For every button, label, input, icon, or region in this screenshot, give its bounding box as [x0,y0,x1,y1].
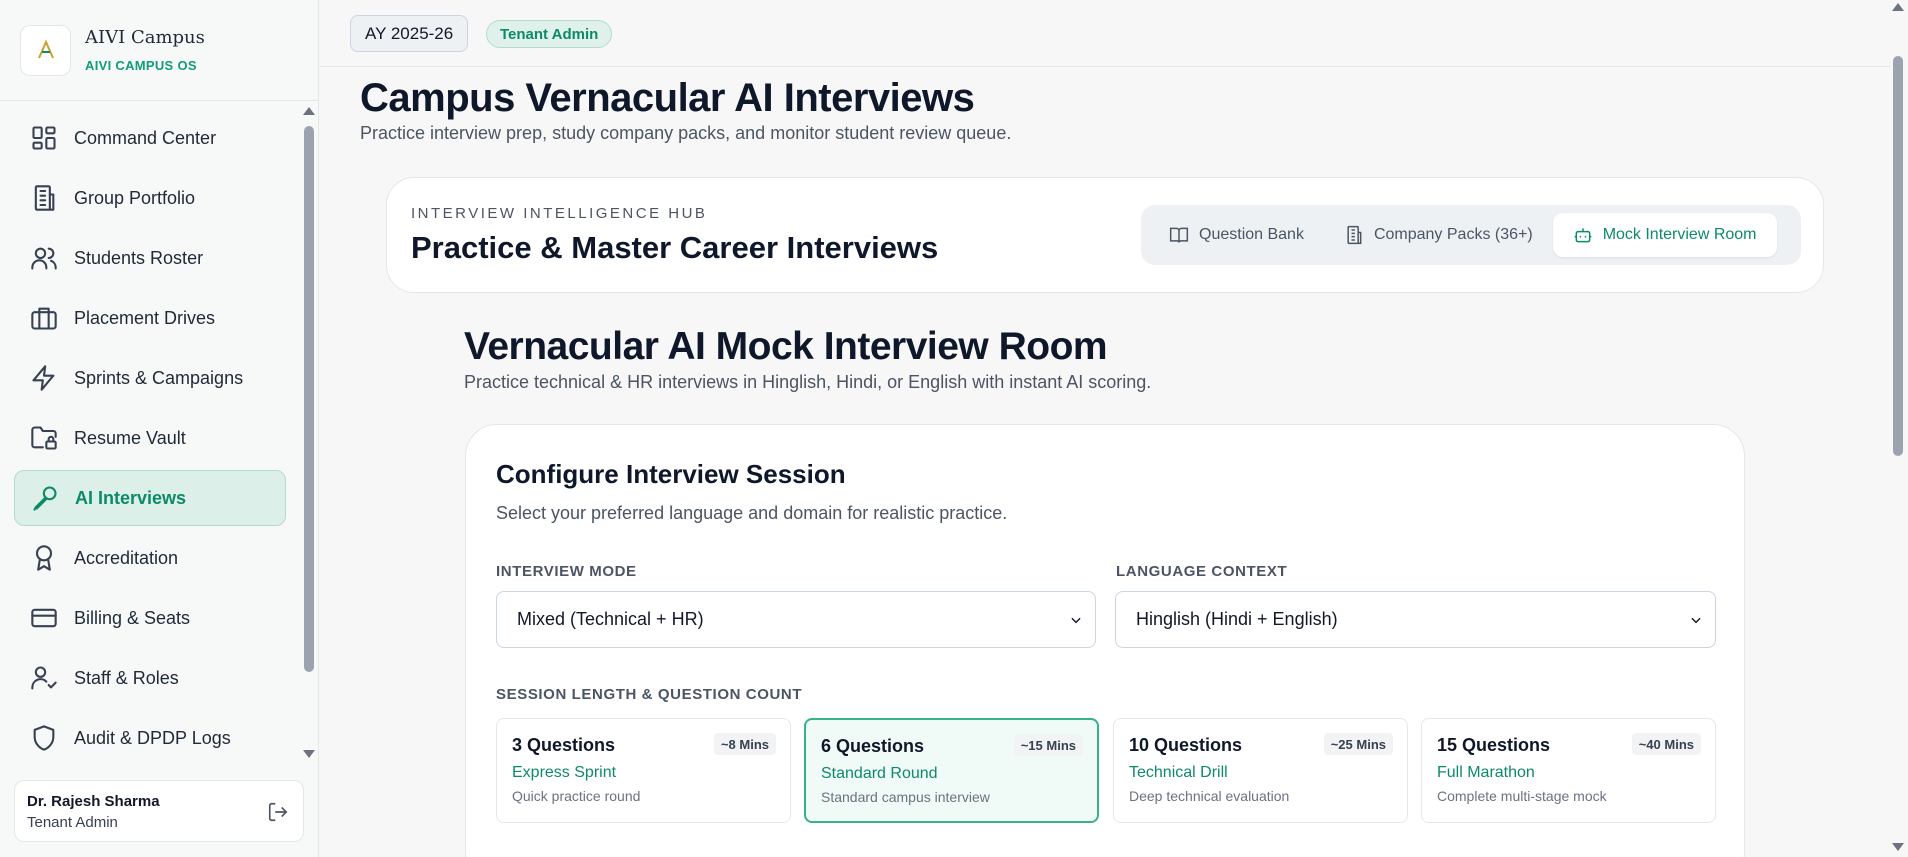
sidebar-item-label: Sprints & Campaigns [74,367,244,388]
sidebar-item-students-roster[interactable]: Students Roster [14,230,286,286]
sidebar-item-label: AI Interviews [75,487,187,508]
user-role: Tenant Admin [27,814,118,831]
folder-lock-icon [31,426,57,450]
option-description: Complete multi-stage mock [1437,788,1607,804]
shield-icon [33,725,55,751]
config-title: Configure Interview Session [496,459,846,489]
option-description: Quick practice round [512,788,641,804]
sidebar-item-ai-interviews[interactable]: AI Interviews [14,470,286,526]
mic-icon [33,486,57,511]
brand-logo[interactable] [20,24,71,76]
scroll-up-icon[interactable] [303,107,315,115]
option-description: Deep technical evaluation [1129,788,1290,804]
user-card: Dr. Rajesh Sharma Tenant Admin [14,780,304,842]
tab-company-packs[interactable]: Company Packs (36+) [1324,213,1553,257]
academic-year-selector[interactable]: AY 2025-26 [350,15,469,52]
sidebar-item-label: Audit & DPDP Logs [74,727,231,748]
sidebar-item-audit-logs[interactable]: Audit & DPDP Logs [14,710,286,766]
sidebar-item-label: Group Portfolio [74,187,196,208]
logo-icon [37,39,54,59]
brand-header: AIVI Campus AIVI CAMPUS OS [0,0,318,101]
dashboard-icon [32,126,56,150]
bolt-icon [32,365,55,391]
building-icon [1347,225,1362,245]
tab-question-bank[interactable]: Question Bank [1149,213,1324,257]
briefcase-icon [31,307,57,330]
sidebar-item-command-center[interactable]: Command Center [14,110,286,166]
sidebar-item-placement-drives[interactable]: Placement Drives [14,290,286,346]
page-title: Campus Vernacular AI Interviews [360,76,975,120]
chevron-down-icon [1071,617,1081,624]
room-subtitle: Practice technical & HR interviews in Hi… [464,372,1152,392]
interview-mode-label: INTERVIEW MODE [496,563,637,580]
config-subtitle: Select your preferred language and domai… [496,503,1008,523]
page-subtitle: Practice interview prep, study company p… [360,123,1012,143]
robot-icon [1574,228,1592,243]
logout-icon[interactable] [267,801,289,823]
role-badge: Tenant Admin [486,20,613,48]
sidebar-item-label: Students Roster [74,247,204,268]
option-name: Express Sprint [512,764,617,781]
tab-label: Question Bank [1199,226,1304,243]
session-length-label: SESSION LENGTH & QUESTION COUNT [496,686,803,703]
tab-label: Mock Interview Room [1602,226,1757,243]
session-option-15[interactable]: 15 Questions ~40 Mins Full Marathon Comp… [1421,718,1716,823]
duration-badge: ~8 Mins [713,733,776,755]
sidebar-item-label: Command Center [74,127,217,148]
option-name: Standard Round [821,765,938,782]
sidebar-item-resume-vault[interactable]: Resume Vault [14,410,286,466]
scroll-down-icon[interactable] [303,750,315,758]
scroll-down-icon[interactable] [1892,843,1904,851]
scroll-up-icon[interactable] [1892,3,1904,11]
duration-badge: ~25 Mins [1323,733,1393,755]
duration-badge: ~40 Mins [1631,733,1701,755]
brand-subtitle: AIVI CAMPUS OS [85,58,197,73]
credit-card-icon [31,608,57,628]
hub-tabs: Question Bank Company Packs (36+) Mock I… [1141,205,1801,265]
interview-hub-card: INTERVIEW INTELLIGENCE HUB Practice & Ma… [386,177,1824,293]
sidebar-item-label: Resume Vault [74,427,186,448]
option-name: Full Marathon [1437,764,1535,781]
language-context-label: LANGUAGE CONTEXT [1116,563,1288,580]
user-name: Dr. Rajesh Sharma [27,793,160,810]
language-context-value: Hinglish (Hindi + English) [1136,609,1338,629]
configure-session-card: Configure Interview Session Select your … [465,424,1745,857]
sidebar-item-label: Staff & Roles [74,667,179,688]
option-description: Standard campus interview [821,789,990,805]
sidebar-item-group-portfolio[interactable]: Group Portfolio [14,170,286,226]
language-context-select[interactable]: Hinglish (Hindi + English) [1115,591,1716,648]
sidebar-item-accreditation[interactable]: Accreditation [14,530,286,586]
brand-name: AIVI Campus [85,27,205,48]
session-option-10[interactable]: 10 Questions ~25 Mins Technical Drill De… [1113,718,1408,823]
top-bar: AY 2025-26 Tenant Admin [320,0,1890,67]
session-option-3[interactable]: 3 Questions ~8 Mins Express Sprint Quick… [496,718,791,823]
users-icon [31,247,57,270]
room-title: Vernacular AI Mock Interview Room [464,325,1108,368]
option-name: Technical Drill [1129,764,1228,781]
sidebar-nav: Command Center Group Portfolio Students … [14,110,286,770]
tab-label: Company Packs (36+) [1373,226,1533,243]
sidebar-item-billing-seats[interactable]: Billing & Seats [14,590,286,646]
tab-mock-interview-room[interactable]: Mock Interview Room [1552,213,1777,257]
main-scrollbar-thumb[interactable] [1893,56,1903,456]
sidebar-item-staff-roles[interactable]: Staff & Roles [14,650,286,706]
award-icon [35,545,53,571]
session-option-6[interactable]: 6 Questions ~15 Mins Standard Round Stan… [804,718,1099,823]
duration-badge: ~15 Mins [1013,734,1083,756]
interview-mode-select[interactable]: Mixed (Technical + HR) [496,591,1096,648]
hub-title: Practice & Master Career Interviews [411,230,939,265]
hub-eyebrow: INTERVIEW INTELLIGENCE HUB [411,205,708,222]
sidebar-scrollbar-thumb[interactable] [304,126,314,672]
interview-mode-value: Mixed (Technical + HR) [517,609,704,629]
user-check-icon [31,666,57,690]
sidebar-item-sprints-campaigns[interactable]: Sprints & Campaigns [14,350,286,406]
building-icon [34,185,55,211]
chevron-down-icon [1691,617,1701,624]
sidebar-item-label: Billing & Seats [74,607,191,628]
sidebar-item-label: Placement Drives [74,307,216,328]
sidebar: AIVI Campus AIVI CAMPUS OS Command Cente… [0,0,319,857]
book-icon [1169,227,1189,243]
sidebar-item-label: Accreditation [74,547,179,568]
